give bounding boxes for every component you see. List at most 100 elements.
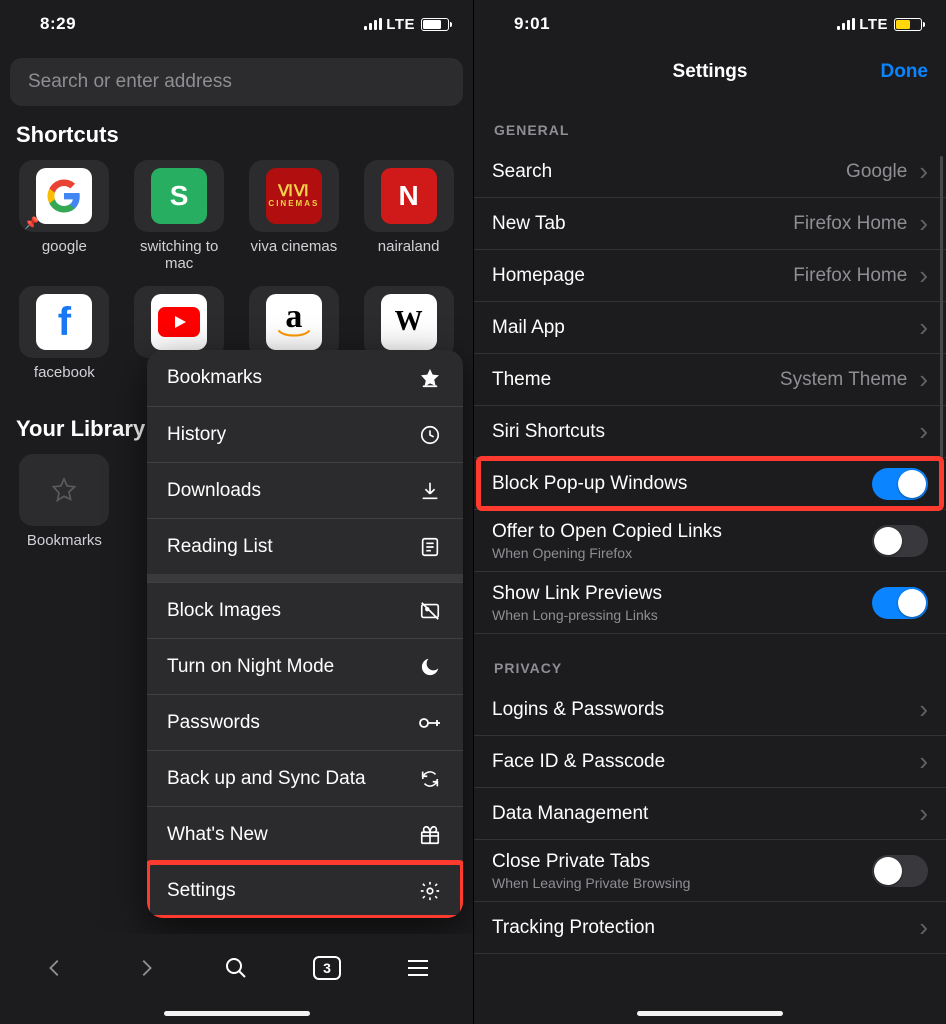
toggle-switch[interactable] [872, 855, 928, 887]
pin-icon: 📌 [24, 216, 39, 230]
setting-label: Homepage [492, 265, 585, 287]
setting-row-search[interactable]: Search Google › [474, 146, 946, 198]
shortcut-label: google [42, 238, 87, 274]
shortcut-switching-to-mac[interactable]: S switching to mac [125, 154, 234, 274]
youtube-icon [151, 294, 207, 350]
setting-row-theme[interactable]: Theme System Theme › [474, 354, 946, 406]
setting-row-close-private-tabs[interactable]: Close Private Tabs When Leaving Private B… [474, 840, 946, 902]
star-outline-icon [19, 454, 109, 526]
shortcut-label: switching to mac [125, 238, 234, 274]
setting-row-face-id-passcode[interactable]: Face ID & Passcode › [474, 736, 946, 788]
address-bar[interactable]: Search or enter address [10, 58, 463, 106]
search-placeholder: Search or enter address [28, 71, 232, 93]
setting-label: Logins & Passwords [492, 699, 664, 721]
signal-icon [364, 18, 382, 30]
setting-row-mail-app[interactable]: Mail App› [474, 302, 946, 354]
menu-item-block-images[interactable]: Block Images [147, 582, 463, 638]
setting-value: Google [846, 161, 907, 183]
signal-icon [837, 18, 855, 30]
library-label: Bookmarks [27, 532, 102, 568]
moon-icon [417, 656, 443, 678]
menu-item-turn-on-night-mode[interactable]: Turn on Night Mode [147, 638, 463, 694]
menu-item-what-s-new[interactable]: What's New [147, 806, 463, 862]
menu-item-bookmarks[interactable]: Bookmarks [147, 350, 463, 406]
setting-label: New Tab [492, 213, 566, 235]
shortcut-google[interactable]: 📌 google [10, 154, 119, 274]
toggle-switch[interactable] [872, 468, 928, 500]
gift-icon [417, 824, 443, 846]
menu-item-label: Downloads [167, 480, 261, 502]
setting-row-show-link-previews[interactable]: Show Link Previews When Long-pressing Lin… [474, 572, 946, 634]
setting-row-block-pop-up-windows[interactable]: Block Pop-up Windows [474, 458, 946, 510]
setting-value: System Theme [780, 369, 907, 391]
setting-label: Search [492, 161, 552, 183]
menu-item-downloads[interactable]: Downloads [147, 462, 463, 518]
shortcuts-header: Shortcuts [16, 122, 463, 148]
setting-row-siri-shortcuts[interactable]: Siri Shortcuts › [474, 406, 946, 458]
shortcut-label: facebook [34, 364, 95, 400]
setting-label: Face ID & Passcode [492, 751, 665, 773]
shortcut-label: nairaland [378, 238, 440, 274]
reading-icon [417, 536, 443, 558]
menu-divider [147, 574, 463, 582]
setting-sublabel: When Leaving Private Browsing [492, 875, 690, 891]
toggle-switch[interactable] [872, 587, 928, 619]
nav-title: Settings [673, 61, 748, 83]
chevron-right-icon: › [919, 746, 928, 777]
nav-bar: Settings Done [474, 48, 946, 96]
download-icon [417, 480, 443, 502]
menu-button[interactable] [397, 952, 439, 984]
setting-row-offer-to-open-copied-links[interactable]: Offer to Open Copied LinksWhen Opening F… [474, 510, 946, 572]
setting-label: Data Management [492, 803, 648, 825]
gear-icon [417, 880, 443, 902]
setting-label: Tracking Protection [492, 917, 655, 939]
setting-value: Firefox Home [793, 265, 907, 287]
key-icon [417, 716, 443, 730]
network-label: LTE [859, 16, 888, 33]
chevron-right-icon: › [919, 912, 928, 943]
chevron-right-icon: › [919, 364, 928, 395]
chevron-right-icon: › [919, 312, 928, 343]
menu-item-settings[interactable]: Settings [147, 862, 463, 918]
chevron-right-icon: › [919, 156, 928, 187]
setting-label: Theme [492, 369, 551, 391]
settings-list[interactable]: GENERALSearchGoogle›New TabFirefox Home›… [474, 96, 946, 1024]
forward-button[interactable] [125, 952, 167, 984]
tabs-button[interactable]: 3 [306, 952, 348, 984]
section-header-general: GENERAL [474, 96, 946, 146]
section-header-privacy: PRIVACY [474, 634, 946, 684]
back-button[interactable] [34, 952, 76, 984]
phone-settings-screen: 9:01 LTE Settings Done GENERALSearchGoog… [473, 0, 946, 1024]
shortcut-viva-cinemas[interactable]: ⅥⅥCINEMAS viva cinemas [240, 154, 349, 274]
chevron-right-icon: › [919, 416, 928, 447]
menu-item-label: Settings [167, 880, 236, 902]
search-button[interactable] [215, 952, 257, 984]
done-button[interactable]: Done [881, 61, 929, 83]
setting-label: Siri Shortcuts [492, 421, 605, 443]
setting-row-homepage[interactable]: Homepage Firefox Home › [474, 250, 946, 302]
scroll-indicator [940, 156, 943, 476]
menu-item-passwords[interactable]: Passwords [147, 694, 463, 750]
setting-sublabel: When Long-pressing Links [492, 607, 662, 623]
setting-row-new-tab[interactable]: New TabFirefox Home› [474, 198, 946, 250]
menu-item-reading-list[interactable]: Reading List [147, 518, 463, 574]
setting-row-logins-passwords[interactable]: Logins & Passwords› [474, 684, 946, 736]
shortcut-nairaland[interactable]: N nairaland [354, 154, 463, 274]
viva-icon: ⅥⅥCINEMAS [266, 168, 322, 224]
setting-row-tracking-protection[interactable]: Tracking Protection › [474, 902, 946, 954]
chevron-right-icon: › [919, 260, 928, 291]
setting-label: Close Private Tabs [492, 851, 690, 873]
library-bookmarks[interactable]: Bookmarks [10, 448, 119, 568]
menu-item-history[interactable]: History [147, 406, 463, 462]
chevron-right-icon: › [919, 208, 928, 239]
menu-item-label: Bookmarks [167, 367, 262, 389]
menu-item-back-up-and-sync-data[interactable]: Back up and Sync Data [147, 750, 463, 806]
toggle-switch[interactable] [872, 525, 928, 557]
google-icon [36, 168, 92, 224]
star-icon [417, 367, 443, 389]
setting-row-data-management[interactable]: Data Management› [474, 788, 946, 840]
noimage-icon [417, 600, 443, 622]
home-indicator [164, 1011, 310, 1016]
setting-label: Show Link Previews [492, 583, 662, 605]
shortcut-facebook[interactable]: f facebook [10, 280, 119, 400]
